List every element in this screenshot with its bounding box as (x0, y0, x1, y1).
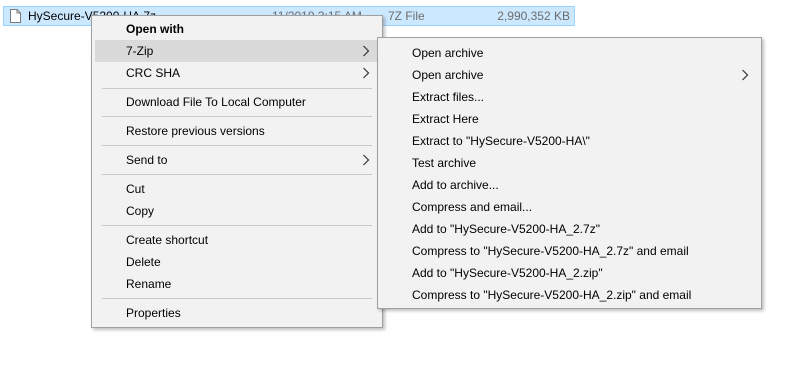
menu-item-cut[interactable]: Cut (95, 178, 379, 200)
menu-item-label: Extract to "HySecure-V5200-HA\" (412, 134, 590, 148)
chevron-right-icon (362, 45, 370, 57)
context-menu: Open with 7-Zip CRC SHA Download File To… (91, 15, 383, 328)
menu-item-restore-previous-versions[interactable]: Restore previous versions (95, 120, 379, 142)
menu-item-label: Compress to "HySecure-V5200-HA_2.7z" and… (412, 244, 689, 258)
submenu-item-add-to-7z[interactable]: Add to "HySecure-V5200-HA_2.7z" (381, 218, 758, 240)
menu-separator (102, 174, 372, 175)
submenu-item-open-archive-more[interactable]: Open archive (381, 64, 758, 86)
menu-item-label: Add to "HySecure-V5200-HA_2.zip" (412, 266, 603, 280)
chevron-right-icon (362, 67, 370, 79)
menu-item-label: Delete (126, 255, 161, 269)
submenu-item-extract-here[interactable]: Extract Here (381, 108, 758, 130)
menu-item-label: Open with (126, 22, 184, 36)
menu-item-label: Cut (126, 182, 145, 196)
menu-item-download-file[interactable]: Download File To Local Computer (95, 91, 379, 113)
menu-separator (102, 225, 372, 226)
submenu-item-extract-to-folder[interactable]: Extract to "HySecure-V5200-HA\" (381, 130, 758, 152)
menu-item-label: Extract Here (412, 112, 479, 126)
menu-item-label: CRC SHA (126, 66, 181, 80)
menu-item-label: Compress to "HySecure-V5200-HA_2.zip" an… (412, 288, 692, 302)
menu-item-label: Open archive (412, 68, 484, 82)
menu-item-label: Add to "HySecure-V5200-HA_2.7z" (412, 222, 600, 236)
submenu-item-add-to-archive[interactable]: Add to archive... (381, 174, 758, 196)
submenu-item-extract-files[interactable]: Extract files... (381, 86, 758, 108)
submenu-item-compress-and-email[interactable]: Compress and email... (381, 196, 758, 218)
chevron-right-icon (362, 154, 370, 166)
menu-item-label: Restore previous versions (126, 124, 265, 138)
menu-separator (102, 116, 372, 117)
menu-item-label: Copy (126, 204, 155, 218)
menu-separator (102, 88, 372, 89)
menu-item-send-to[interactable]: Send to (95, 149, 379, 171)
menu-item-delete[interactable]: Delete (95, 251, 379, 273)
menu-item-label: Rename (126, 277, 172, 291)
menu-item-label: Compress and email... (412, 200, 533, 214)
submenu-item-add-to-zip[interactable]: Add to "HySecure-V5200-HA_2.zip" (381, 262, 758, 284)
chevron-right-icon (741, 69, 749, 81)
menu-item-crc-sha[interactable]: CRC SHA (95, 62, 379, 84)
menu-separator (102, 298, 372, 299)
menu-item-label: Send to (126, 153, 168, 167)
menu-item-label: Open archive (412, 46, 484, 60)
menu-item-label: Properties (126, 306, 181, 320)
file-size: 2,990,352 KB (497, 9, 570, 23)
submenu-item-compress-7z-email[interactable]: Compress to "HySecure-V5200-HA_2.7z" and… (381, 240, 758, 262)
file-type: 7Z File (388, 9, 425, 23)
menu-item-label: 7-Zip (126, 44, 154, 58)
menu-item-7zip[interactable]: 7-Zip (95, 40, 379, 62)
menu-item-copy[interactable]: Copy (95, 200, 379, 222)
menu-item-rename[interactable]: Rename (95, 273, 379, 295)
document-icon (10, 9, 21, 23)
file-explorer-view: HySecure-V5200-HA.7z 11/2019 3:15 AM 7Z … (0, 0, 793, 392)
menu-item-label: Create shortcut (126, 233, 209, 247)
menu-item-open-with[interactable]: Open with (95, 18, 379, 40)
menu-item-label: Extract files... (412, 90, 485, 104)
menu-item-properties[interactable]: Properties (95, 302, 379, 324)
menu-separator (102, 145, 372, 146)
menu-item-label: Download File To Local Computer (126, 95, 306, 109)
submenu-item-compress-zip-email[interactable]: Compress to "HySecure-V5200-HA_2.zip" an… (381, 284, 758, 306)
submenu-item-open-archive[interactable]: Open archive (381, 42, 758, 64)
7zip-submenu: Open archive Open archive Extract files.… (377, 37, 762, 309)
menu-item-create-shortcut[interactable]: Create shortcut (95, 229, 379, 251)
submenu-item-test-archive[interactable]: Test archive (381, 152, 758, 174)
previous-row-fragment (0, 0, 793, 5)
menu-item-label: Add to archive... (412, 178, 499, 192)
menu-item-label: Test archive (412, 156, 477, 170)
